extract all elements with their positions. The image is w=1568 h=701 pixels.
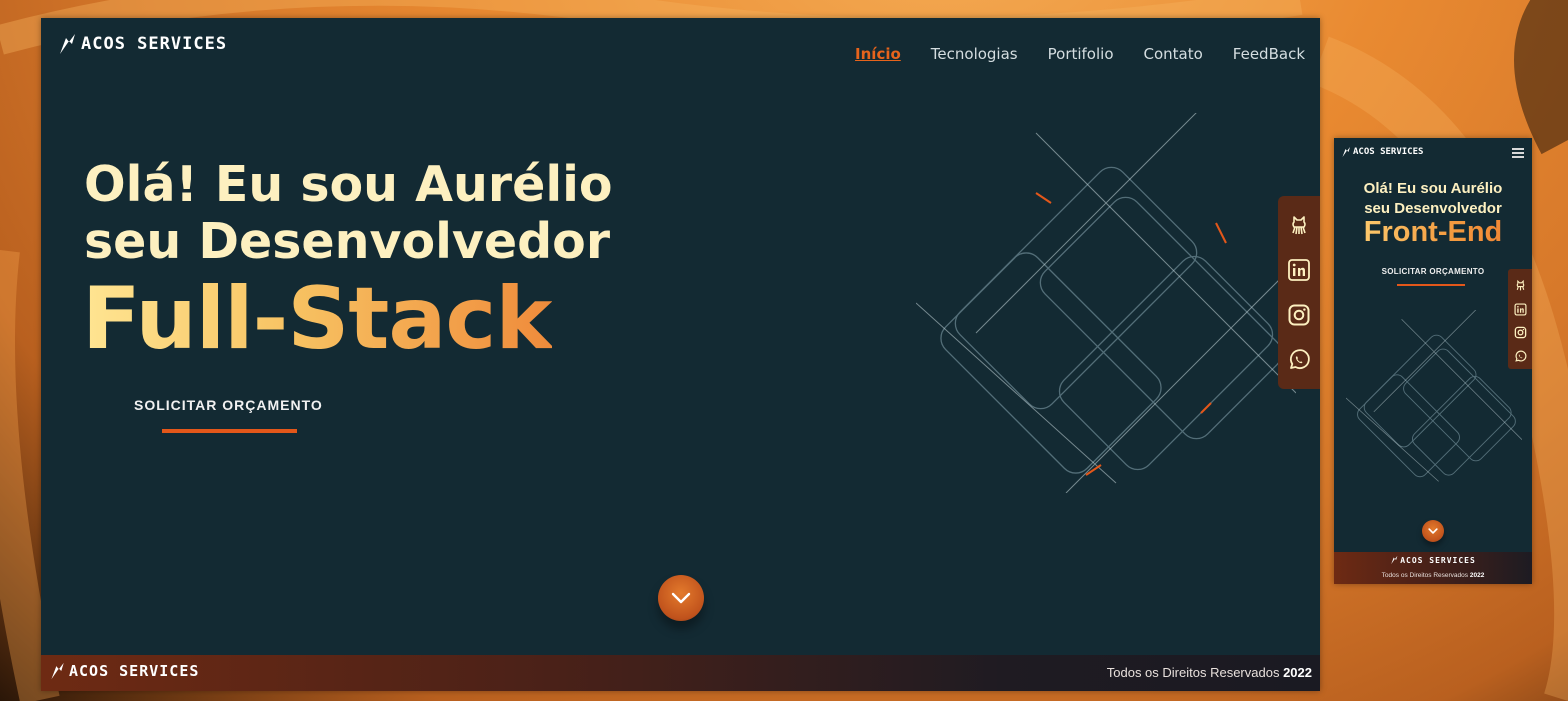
rocket-logo-icon — [1391, 555, 1398, 565]
mobile-copyright-year: 2022 — [1469, 572, 1485, 579]
mobile-footer-brand-name: ACOS SERVICES — [1400, 555, 1476, 565]
mobile-hero-subtitle: seu Desenvolvedor — [1364, 200, 1502, 217]
github-icon[interactable] — [1514, 277, 1527, 291]
mobile-brand-logo[interactable]: ACOS SERVICES — [1341, 146, 1423, 158]
request-quote-button[interactable]: SOLICITAR ORÇAMENTO — [134, 397, 323, 413]
mobile-scroll-down-button[interactable] — [1422, 520, 1444, 542]
mobile-footer: ACOS SERVICES Todos os Direitos Reservad… — [1334, 552, 1532, 584]
chevron-down-icon — [1428, 528, 1438, 534]
nav-contato[interactable]: Contato — [1144, 45, 1203, 63]
cta-underline — [162, 429, 297, 433]
hamburger-menu-icon[interactable] — [1512, 148, 1524, 158]
instagram-icon[interactable] — [1287, 303, 1311, 327]
copyright-text: Todos os Direitos Reservados 2022 — [1107, 665, 1312, 680]
mobile-request-quote-button[interactable]: SOLICITAR ORÇAMENTO — [1334, 267, 1532, 276]
mobile-brand-name: ACOS SERVICES — [1353, 147, 1424, 157]
mobile-preview: ACOS SERVICES Olá! Eu sou Aurélio seu De… — [1334, 138, 1532, 584]
rocket-logo-icon — [51, 662, 64, 680]
github-icon[interactable] — [1287, 213, 1311, 237]
hero-subtitle: seu Desenvolvedor — [84, 213, 611, 270]
mobile-copyright-label: Todos os Direitos Reservados — [1381, 572, 1469, 579]
mobile-footer-logo[interactable]: ACOS SERVICES — [1334, 555, 1532, 565]
whatsapp-icon[interactable] — [1514, 348, 1527, 362]
footer-brand-name: ACOS SERVICES — [69, 662, 200, 680]
rocket-logo-icon — [1342, 147, 1350, 157]
copyright-year: 2022 — [1283, 665, 1312, 680]
mobile-cta-underline — [1397, 284, 1465, 286]
mobile-hero-greeting: Olá! Eu sou Aurélio — [1363, 180, 1503, 197]
mobile-social-sidebar — [1508, 269, 1532, 369]
nav-tecnologias[interactable]: Tecnologias — [931, 45, 1018, 63]
nav-inicio[interactable]: Início — [855, 45, 901, 63]
hero-role: Full-Stack — [82, 269, 553, 369]
copyright-label: Todos os Direitos Reservados — [1106, 665, 1280, 680]
nav-portifolio[interactable]: Portifolio — [1048, 45, 1114, 63]
linkedin-icon[interactable] — [1287, 258, 1311, 282]
mobile-copyright-text: Todos os Direitos Reservados 2022 — [1334, 572, 1532, 579]
scroll-down-button[interactable] — [658, 575, 704, 621]
desktop-preview: ACOS SERVICES Início Tecnologias Portifo… — [41, 18, 1320, 691]
footer-logo[interactable]: ACOS SERVICES — [49, 661, 199, 681]
instagram-icon[interactable] — [1514, 324, 1527, 339]
hero-greeting: Olá! Eu sou Aurélio — [84, 156, 613, 213]
decorative-grid-graphic — [916, 113, 1296, 493]
nav-feedback[interactable]: FeedBack — [1233, 45, 1305, 63]
main-nav: Início Tecnologias Portifolio Contato Fe… — [855, 45, 1305, 63]
brand-name: ACOS SERVICES — [81, 34, 228, 54]
social-sidebar — [1278, 196, 1320, 389]
chevron-down-icon — [671, 592, 691, 604]
mobile-decorative-grid-graphic — [1346, 310, 1522, 482]
mobile-hero-role: Front-End — [1334, 218, 1532, 247]
whatsapp-icon[interactable] — [1287, 348, 1311, 372]
footer: ACOS SERVICES Todos os Direitos Reservad… — [41, 655, 1320, 691]
brand-logo[interactable]: ACOS SERVICES — [57, 32, 227, 56]
linkedin-icon[interactable] — [1513, 301, 1527, 316]
rocket-logo-icon — [60, 34, 75, 54]
